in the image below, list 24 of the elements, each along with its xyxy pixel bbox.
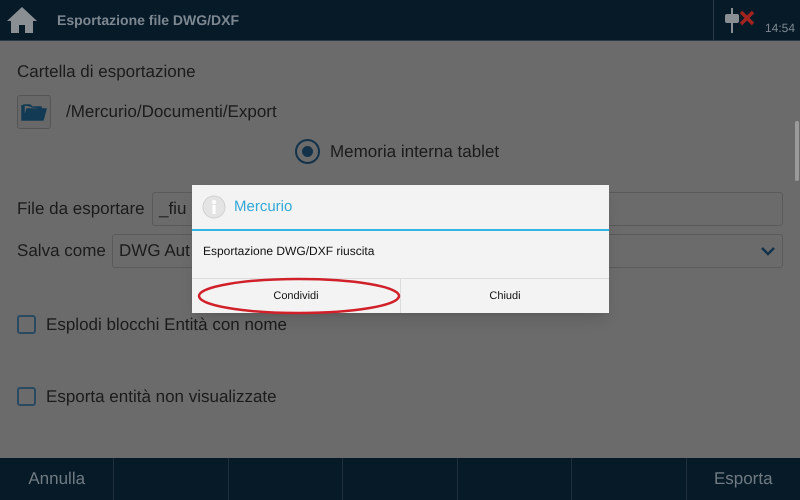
dialog-message: Esportazione DWG/DXF riuscita bbox=[203, 244, 374, 258]
clock-time: 14:54 bbox=[764, 20, 795, 37]
folder-icon bbox=[21, 102, 47, 122]
field-label: File da esportare bbox=[17, 198, 146, 220]
footer-button[interactable]: Annulla bbox=[0, 458, 114, 500]
checkbox-label: Esporta entità non visualizzate bbox=[46, 386, 277, 408]
dialog-button[interactable]: Condividi bbox=[271, 288, 321, 304]
checkbox[interactable] bbox=[17, 315, 36, 334]
chevron-down-icon bbox=[760, 246, 776, 256]
gps-disconnected-icon bbox=[722, 8, 756, 36]
dialog-title: Mercurio bbox=[234, 196, 292, 217]
footer-button[interactable]: Esporta bbox=[686, 458, 800, 500]
checkbox-label: Esplodi blocchi Entità con nome bbox=[46, 314, 287, 336]
checkbox[interactable] bbox=[17, 386, 36, 406]
folder-label: Cartella di esportazione bbox=[17, 61, 197, 83]
radio-button[interactable] bbox=[295, 138, 320, 164]
info-icon bbox=[202, 195, 226, 219]
dialog-button[interactable]: Chiudi bbox=[487, 288, 523, 304]
scrollbar bbox=[795, 121, 799, 181]
folder-button[interactable] bbox=[17, 94, 51, 128]
radio-label: Memoria interna tablet bbox=[330, 140, 500, 162]
window-title: Esportazione file DWG/DXF bbox=[57, 10, 240, 30]
folder-path: /Mercurio/Documenti/Export bbox=[66, 100, 277, 123]
field-label: Salva come bbox=[17, 240, 107, 262]
